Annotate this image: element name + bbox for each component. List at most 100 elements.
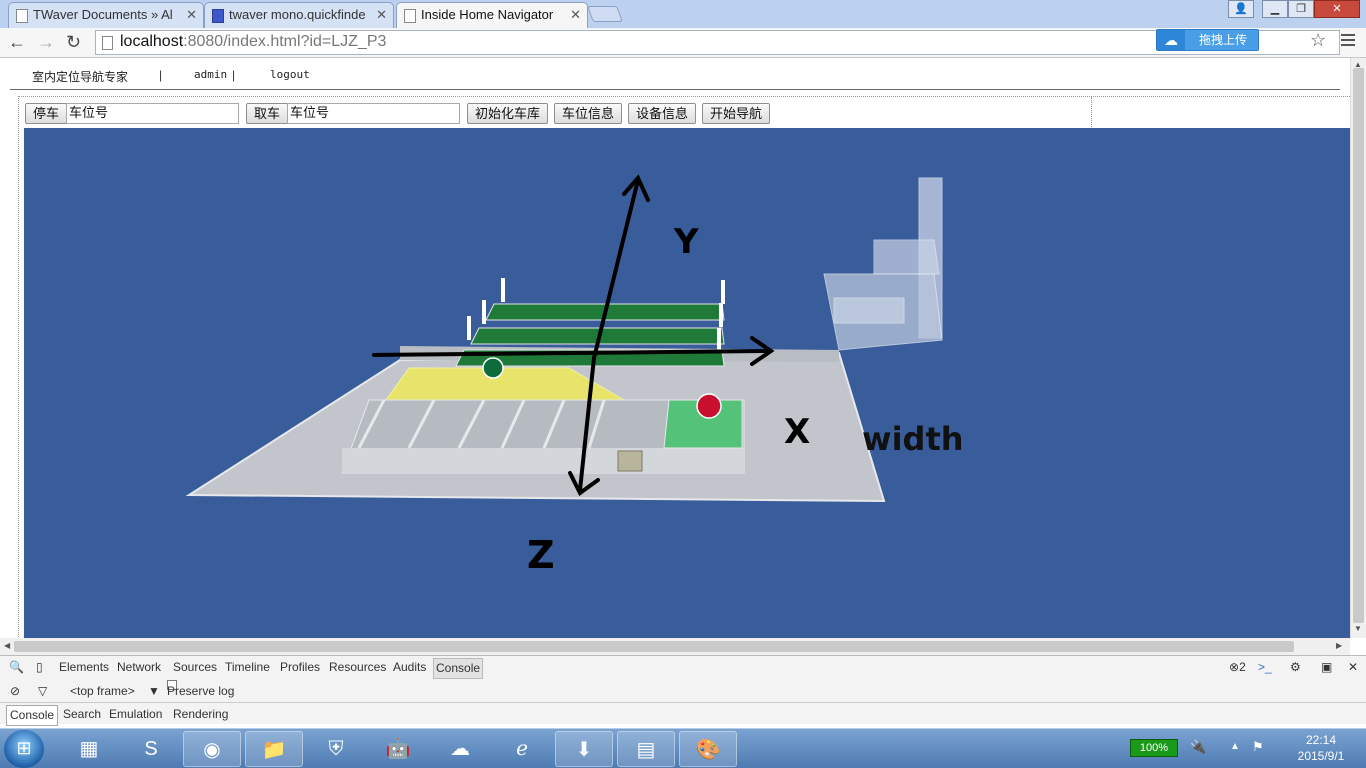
windows-taskbar: ⊞ ▦ S ◉ 📁 ⛨ 🤖 ☁ ℯ ⬇ ▤ 🎨 100% 🔌 ▲ ⚑ 22:14… bbox=[0, 728, 1366, 768]
dock-icon[interactable]: ▣ bbox=[1321, 656, 1332, 679]
explorer-folder-icon[interactable]: 📁 bbox=[245, 731, 303, 767]
divider: | bbox=[159, 68, 163, 82]
tab-title: TWaver Documents » Al bbox=[33, 7, 173, 22]
gear-icon[interactable]: ⚙ bbox=[1290, 656, 1301, 679]
browser-tab-inside-home-navigator[interactable]: Inside Home Navigator ✕ bbox=[396, 2, 588, 28]
device-mode-icon[interactable]: ▯ bbox=[36, 656, 43, 679]
browser-tab-quickfinder[interactable]: twaver mono.quickfinde ✕ bbox=[204, 2, 394, 28]
tab-title: Inside Home Navigator bbox=[421, 7, 554, 22]
download-tool-icon[interactable]: ⬇ bbox=[555, 731, 613, 767]
frame-selector[interactable]: <top frame> bbox=[70, 680, 135, 703]
browser-tab-twaver-docs[interactable]: TWaver Documents » Al ✕ bbox=[8, 2, 204, 28]
action-center-icon[interactable]: ⚑ bbox=[1252, 739, 1264, 755]
tab-network[interactable]: Network bbox=[117, 656, 161, 679]
init-garage-button[interactable]: 初始化车库 bbox=[467, 103, 549, 124]
forward-arrow-icon[interactable]: → bbox=[37, 32, 55, 52]
pillar bbox=[482, 300, 486, 324]
park-button[interactable]: 停车 bbox=[25, 103, 68, 124]
android-icon[interactable]: 🤖 bbox=[369, 731, 427, 767]
header-divider bbox=[10, 89, 1340, 90]
close-icon[interactable]: ✕ bbox=[1348, 656, 1358, 679]
username[interactable]: admin bbox=[194, 68, 227, 81]
width-label: width bbox=[862, 420, 964, 458]
shield-icon[interactable]: ⛨ bbox=[307, 731, 365, 767]
control-panel-icon[interactable]: ▦ bbox=[60, 731, 118, 767]
tab-timeline[interactable]: Timeline bbox=[225, 656, 270, 679]
vertical-scrollbar[interactable]: ▲ ▼ bbox=[1350, 58, 1366, 638]
space-info-button[interactable]: 车位信息 bbox=[554, 103, 623, 124]
tab-resources[interactable]: Resources bbox=[329, 656, 386, 679]
chevron-down-icon[interactable]: ▼ bbox=[148, 680, 160, 703]
brand-title: 室内定位导航专家 bbox=[32, 70, 129, 84]
close-icon[interactable]: ✕ bbox=[186, 3, 197, 27]
filter-icon[interactable]: ▽ bbox=[38, 680, 47, 703]
sogou-icon[interactable]: S bbox=[122, 731, 180, 767]
shop-door bbox=[617, 450, 643, 472]
pickup-space-input[interactable]: 车位号 bbox=[287, 103, 460, 124]
chrome-icon[interactable]: ◉ bbox=[183, 731, 241, 767]
console-toolbar: ⊘ ▽ <top frame> ▼ Preserve log bbox=[0, 680, 1366, 703]
tab-elements[interactable]: Elements bbox=[59, 656, 109, 679]
horizontal-scrollbar[interactable]: ◀ ▶ bbox=[0, 638, 1350, 655]
address-bar[interactable]: localhost:8080/index.html?id=LJZ_P3 bbox=[95, 30, 1340, 55]
logout-link[interactable]: logout bbox=[270, 68, 310, 81]
devtools-panel: 🔍 ▯ Elements Network Sources Timeline Pr… bbox=[0, 655, 1366, 726]
tray-expand-icon[interactable]: ▲ bbox=[1230, 741, 1240, 752]
menu-icon[interactable] bbox=[1341, 34, 1355, 49]
pillar bbox=[719, 303, 723, 327]
paint-icon[interactable]: 🎨 bbox=[679, 731, 737, 767]
drawer-tabbar: Console Search Emulation Rendering bbox=[0, 702, 1366, 726]
minimize-button[interactable]: ▁ bbox=[1262, 0, 1288, 18]
battery-indicator[interactable]: 100% bbox=[1130, 739, 1178, 757]
start-navigation-button[interactable]: 开始导航 bbox=[702, 103, 771, 124]
tab-audits[interactable]: Audits bbox=[393, 656, 426, 679]
clock[interactable]: 22:14 2015/9/1 bbox=[1286, 732, 1356, 764]
glass-balcony bbox=[873, 239, 940, 275]
error-count-badge[interactable]: ⊗ 2 bbox=[1229, 656, 1246, 679]
3d-floor-map-canvas[interactable]: X Y Z width bbox=[24, 128, 1350, 638]
power-plug-icon[interactable]: 🔌 bbox=[1190, 739, 1206, 755]
device-info-button[interactable]: 设备信息 bbox=[628, 103, 697, 124]
z-axis-label: Z bbox=[527, 533, 555, 577]
pillar bbox=[501, 278, 505, 302]
new-tab-button[interactable] bbox=[587, 6, 623, 22]
browser-tabstrip: TWaver Documents » Al ✕ twaver mono.quic… bbox=[0, 0, 1366, 28]
shop-front-wall bbox=[342, 448, 744, 473]
reload-icon[interactable]: ↻ bbox=[66, 32, 81, 52]
back-arrow-icon[interactable]: ← bbox=[8, 32, 26, 52]
page-icon bbox=[16, 9, 28, 23]
pillar bbox=[467, 316, 471, 340]
drag-upload-button[interactable]: ☁ 拖拽上传 bbox=[1156, 29, 1259, 51]
ie-icon[interactable]: ℯ bbox=[493, 731, 551, 767]
drawer-tab-emulation[interactable]: Emulation bbox=[109, 703, 162, 726]
close-window-button[interactable]: ✕ bbox=[1314, 0, 1360, 18]
tab-profiles[interactable]: Profiles bbox=[280, 656, 320, 679]
console-drawer-icon[interactable]: >_ bbox=[1258, 656, 1272, 679]
system-tray: 100% 🔌 ▲ ⚑ 22:14 2015/9/1 bbox=[1118, 729, 1366, 768]
drawer-tab-search[interactable]: Search bbox=[63, 703, 101, 726]
presentation-icon[interactable]: ▤ bbox=[617, 731, 675, 767]
y-axis-label: Y bbox=[673, 222, 699, 262]
user-icon[interactable]: 👤 bbox=[1228, 0, 1254, 18]
close-icon[interactable]: ✕ bbox=[570, 3, 581, 27]
clear-console-icon[interactable]: ⊘ bbox=[10, 680, 20, 703]
devtools-tabbar: 🔍 ▯ Elements Network Sources Timeline Pr… bbox=[0, 656, 1366, 679]
close-icon[interactable]: ✕ bbox=[376, 3, 387, 27]
pillar bbox=[721, 280, 725, 304]
restore-button[interactable]: ❐ bbox=[1288, 0, 1314, 18]
drawer-tab-console[interactable]: Console bbox=[6, 705, 59, 726]
tab-console[interactable]: Console bbox=[433, 658, 484, 679]
browser-toolbar: ← → ↻ localhost:8080/index.html?id=LJZ_P… bbox=[0, 28, 1366, 58]
baidu-cloud-icon[interactable]: ☁ bbox=[431, 731, 489, 767]
park-space-input[interactable]: 车位号 bbox=[66, 103, 239, 124]
tab-sources[interactable]: Sources bbox=[173, 656, 217, 679]
url-text: localhost:8080/index.html?id=LJZ_P3 bbox=[120, 33, 387, 50]
glass-annex-lower bbox=[833, 297, 905, 324]
search-icon[interactable]: 🔍 bbox=[9, 656, 24, 679]
divider: | bbox=[232, 68, 236, 82]
tab-title: twaver mono.quickfinde bbox=[229, 7, 366, 22]
start-button[interactable]: ⊞ bbox=[4, 730, 44, 768]
bookmark-star-icon[interactable]: ☆ bbox=[1310, 30, 1326, 51]
pickup-button[interactable]: 取车 bbox=[246, 103, 289, 124]
drawer-tab-rendering[interactable]: Rendering bbox=[173, 703, 228, 726]
